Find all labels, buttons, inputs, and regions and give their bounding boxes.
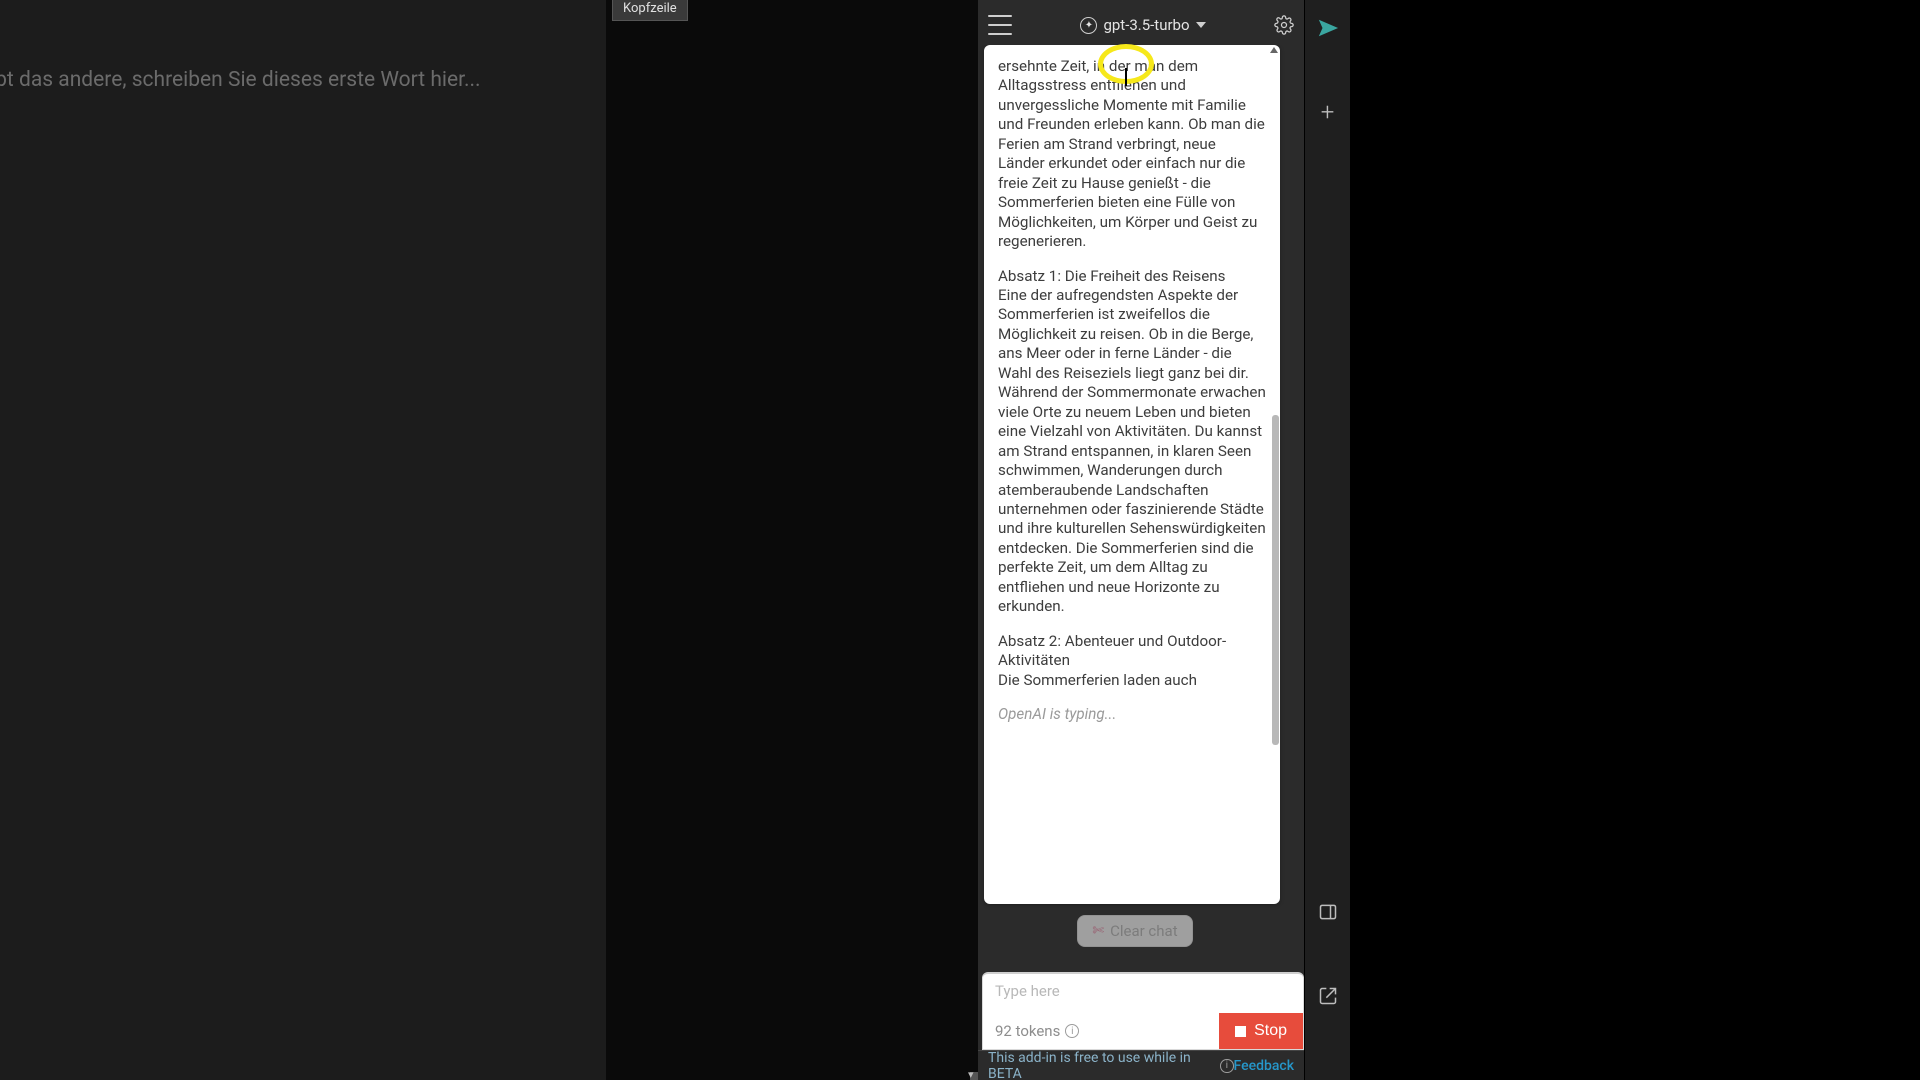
info-icon[interactable]: i: [1065, 1024, 1079, 1038]
text-caret-icon: [1125, 68, 1127, 86]
clear-chat-label: Clear chat: [1110, 922, 1178, 940]
panel-header: ✦ gpt-3.5-turbo: [978, 5, 1304, 45]
chat-panel: ✦ gpt-3.5-turbo ersehnte Zeit, in der ma…: [978, 0, 1304, 1080]
message-content[interactable]: ersehnte Zeit, in der man dem Alltagsstr…: [984, 45, 1280, 904]
stop-label: Stop: [1254, 1022, 1287, 1040]
feedback-link[interactable]: Feedback: [1234, 1058, 1294, 1074]
typing-indicator: OpenAI is typing...: [998, 705, 1266, 724]
open-external-icon[interactable]: [1314, 982, 1342, 1010]
scroll-up-arrow-icon[interactable]: [1270, 47, 1278, 53]
message-scrollbar[interactable]: [1270, 45, 1280, 904]
token-count-text: 92 tokens: [995, 1022, 1060, 1040]
scrollbar-thumb[interactable]: [1272, 415, 1279, 745]
input-placeholder: Type here: [995, 982, 1291, 1004]
content-control-placeholder[interactable]: ibt das andere, schreiben Sie dieses ers…: [0, 68, 481, 92]
chevron-down-icon: [1196, 22, 1206, 28]
header-field-label[interactable]: Kopfzeile: [612, 0, 688, 21]
model-selector[interactable]: ✦ gpt-3.5-turbo: [1022, 16, 1264, 34]
beta-message: This add-in is free to use while in BETA: [988, 1050, 1215, 1080]
beta-footer: This add-in is free to use while in BETA…: [978, 1050, 1304, 1080]
scroll-down-arrow-icon[interactable]: ▾: [968, 1068, 978, 1080]
broom-icon: ✄: [1092, 923, 1104, 939]
info-icon[interactable]: i: [1220, 1059, 1233, 1073]
message-paragraph: ersehnte Zeit, in der man dem Alltagsstr…: [998, 57, 1266, 252]
chat-body: ersehnte Zeit, in der man dem Alltagsstr…: [978, 45, 1304, 1080]
message-paragraph: Absatz 1: Die Freiheit des Reisens Eine …: [998, 267, 1266, 617]
openai-logo-icon: ✦: [1080, 17, 1097, 34]
plus-icon: +: [1321, 98, 1335, 126]
stop-icon: [1235, 1026, 1246, 1037]
document-page[interactable]: [606, 0, 978, 1080]
settings-icon[interactable]: [1274, 15, 1294, 35]
send-icon[interactable]: [1314, 14, 1342, 42]
right-toolbar: +: [1304, 0, 1350, 1080]
clear-chat-button[interactable]: ✄ Clear chat: [1077, 915, 1192, 947]
assistant-message: ersehnte Zeit, in der man dem Alltagsstr…: [984, 45, 1280, 904]
menu-icon[interactable]: [988, 15, 1012, 35]
doc-scrollbar[interactable]: [970, 0, 978, 1080]
document-area[interactable]: Kopfzeile ibt das andere, schreiben Sie …: [0, 0, 978, 1080]
add-button[interactable]: +: [1314, 98, 1342, 126]
empty-area: [1350, 0, 1920, 1080]
stop-button[interactable]: Stop: [1219, 1013, 1303, 1049]
message-paragraph: Absatz 2: Abenteuer und Outdoor-Aktivitä…: [998, 632, 1266, 690]
model-name: gpt-3.5-turbo: [1103, 16, 1189, 34]
panel-toggle-icon[interactable]: [1314, 898, 1342, 926]
chat-input[interactable]: Type here 92 tokens i Stop: [982, 972, 1304, 1050]
token-counter: 92 tokens i: [995, 1022, 1079, 1040]
